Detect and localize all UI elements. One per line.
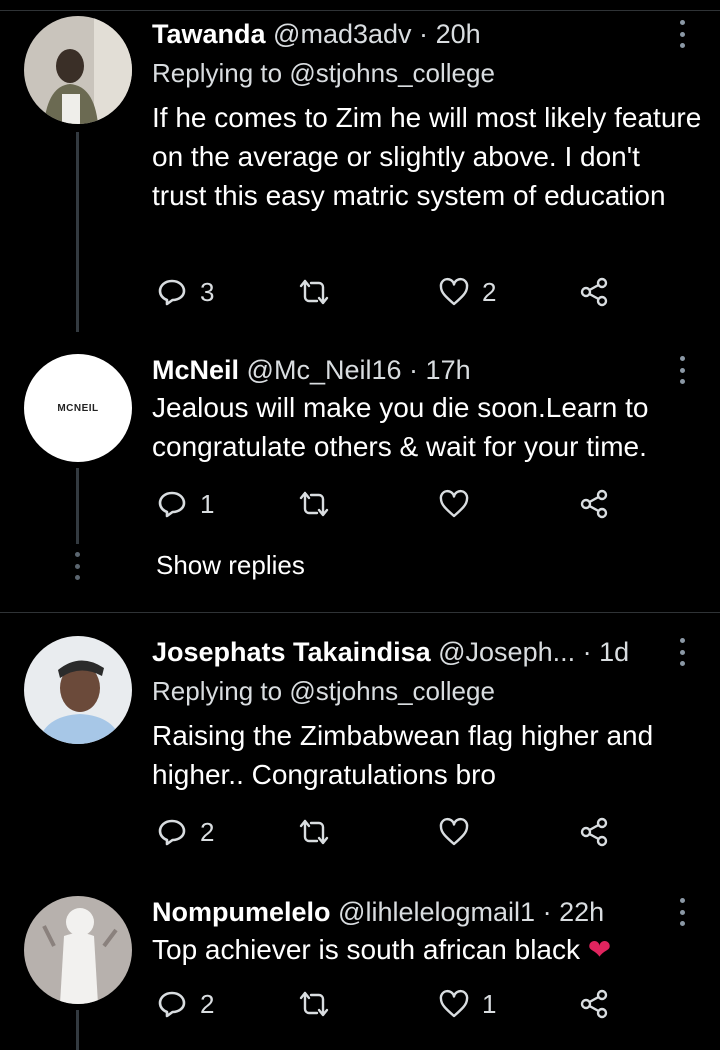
replying-mention[interactable]: @stjohns_college bbox=[289, 676, 495, 706]
more-icon[interactable] bbox=[678, 356, 686, 384]
share-button[interactable] bbox=[578, 984, 610, 1024]
separator-dot: · bbox=[409, 355, 419, 385]
user-handle[interactable]: @mad3adv bbox=[273, 19, 411, 49]
share-icon bbox=[580, 817, 608, 847]
reply-count: 3 bbox=[200, 276, 215, 307]
more-icon[interactable] bbox=[678, 638, 686, 666]
display-name[interactable]: McNeil bbox=[152, 355, 239, 385]
more-icon[interactable] bbox=[678, 898, 686, 926]
tweet-actions: 2 1 bbox=[152, 984, 622, 1024]
avatar[interactable]: MCNEIL bbox=[24, 354, 132, 462]
reply-icon bbox=[158, 819, 186, 846]
tweet-header: Josephats Takaindisa @Joseph... · 1d bbox=[152, 632, 670, 672]
avatar[interactable] bbox=[24, 16, 132, 124]
tweet-tawanda[interactable]: Tawanda @mad3adv · 20h Replying to @stjo… bbox=[0, 14, 720, 334]
display-name[interactable]: Nompumelelo bbox=[152, 897, 331, 927]
share-button[interactable] bbox=[578, 484, 610, 524]
reply-icon bbox=[158, 491, 186, 518]
reply-button[interactable]: 2 bbox=[156, 812, 214, 852]
retweet-icon bbox=[299, 991, 329, 1017]
top-divider bbox=[0, 10, 720, 11]
tweet-header: Tawanda @mad3adv · 20h bbox=[152, 14, 670, 54]
avatar[interactable] bbox=[24, 896, 132, 1004]
share-icon bbox=[580, 989, 608, 1019]
tweet-actions: 1 bbox=[152, 484, 622, 524]
tweet-josephats[interactable]: Josephats Takaindisa @Joseph... · 1d Rep… bbox=[0, 632, 720, 872]
reply-icon bbox=[158, 991, 186, 1018]
share-icon bbox=[580, 277, 608, 307]
tweet-nompumelelo[interactable]: Nompumelelo @lihlelelogmail1 · 22h Top a… bbox=[0, 892, 720, 1050]
tweet-text: Top achiever is south african black ❤ bbox=[152, 930, 702, 969]
thread-line bbox=[76, 468, 79, 544]
reply-button[interactable]: 2 bbox=[156, 984, 214, 1024]
show-replies-link[interactable]: Show replies bbox=[156, 550, 305, 581]
reply-button[interactable]: 3 bbox=[156, 272, 214, 312]
like-icon bbox=[439, 277, 469, 306]
display-name[interactable]: Tawanda bbox=[152, 19, 266, 49]
retweet-button[interactable] bbox=[298, 484, 342, 524]
reply-button[interactable]: 1 bbox=[156, 484, 214, 524]
tweet-text: If he comes to Zim he will most likely f… bbox=[152, 102, 702, 211]
replying-to: Replying to @stjohns_college bbox=[152, 672, 495, 710]
separator-dot: · bbox=[542, 897, 552, 927]
reply-count: 1 bbox=[200, 488, 215, 519]
like-icon bbox=[439, 989, 469, 1018]
retweet-button[interactable] bbox=[298, 812, 342, 852]
mcneil-logo: MCNEIL bbox=[24, 354, 132, 462]
like-button[interactable] bbox=[438, 812, 482, 852]
share-button[interactable] bbox=[578, 812, 610, 852]
thread-line bbox=[76, 1010, 79, 1050]
like-icon bbox=[439, 489, 469, 518]
retweet-icon bbox=[299, 491, 329, 517]
timestamp[interactable]: 17h bbox=[426, 355, 471, 385]
tweet-text: Jealous will make you die soon.Learn to … bbox=[152, 392, 649, 462]
retweet-icon bbox=[299, 279, 329, 305]
tweet-actions: 2 bbox=[152, 812, 622, 852]
thread-continuation-dots bbox=[73, 552, 81, 580]
separator-dot: · bbox=[582, 637, 592, 667]
like-count: 1 bbox=[482, 988, 497, 1019]
user-handle[interactable]: @lihlelelogmail1 bbox=[338, 897, 535, 927]
share-icon bbox=[580, 489, 608, 519]
retweet-icon bbox=[299, 819, 329, 845]
red-heart-emoji: ❤ bbox=[587, 934, 612, 965]
replying-label: Replying to bbox=[152, 58, 283, 88]
like-button[interactable]: 1 bbox=[438, 984, 496, 1024]
timestamp[interactable]: 20h bbox=[436, 19, 481, 49]
replying-label: Replying to bbox=[152, 676, 283, 706]
user-handle[interactable]: @Joseph... bbox=[438, 637, 575, 667]
reply-icon bbox=[158, 279, 186, 306]
replying-mention[interactable]: @stjohns_college bbox=[289, 58, 495, 88]
timestamp[interactable]: 1d bbox=[599, 637, 629, 667]
tweet-text-content: Top achiever is south african black bbox=[152, 934, 580, 965]
avatar[interactable] bbox=[24, 636, 132, 744]
reply-count: 2 bbox=[200, 816, 215, 847]
like-button[interactable] bbox=[438, 484, 482, 524]
retweet-button[interactable] bbox=[298, 984, 342, 1024]
more-icon[interactable] bbox=[678, 20, 686, 48]
like-count: 2 bbox=[482, 276, 497, 307]
section-divider bbox=[0, 612, 720, 613]
thread-line bbox=[76, 132, 79, 332]
separator-dot: · bbox=[419, 19, 429, 49]
tweet-header: Nompumelelo @lihlelelogmail1 · 22h bbox=[152, 892, 670, 932]
retweet-button[interactable] bbox=[298, 272, 342, 312]
tweet-text: Raising the Zimbabwean flag higher and h… bbox=[152, 720, 654, 790]
display-name[interactable]: Josephats Takaindisa bbox=[152, 637, 431, 667]
like-icon bbox=[439, 817, 469, 846]
tweet-mcneil[interactable]: MCNEIL McNeil @Mc_Neil16 · 17h Jealous w… bbox=[0, 350, 720, 600]
tweet-header: McNeil @Mc_Neil16 · 17h bbox=[152, 350, 670, 390]
reply-count: 2 bbox=[200, 988, 215, 1019]
like-button[interactable]: 2 bbox=[438, 272, 496, 312]
replying-to: Replying to @stjohns_college bbox=[152, 54, 495, 92]
timestamp[interactable]: 22h bbox=[559, 897, 604, 927]
share-button[interactable] bbox=[578, 272, 610, 312]
user-handle[interactable]: @Mc_Neil16 bbox=[247, 355, 402, 385]
tweet-actions: 3 2 bbox=[152, 272, 622, 312]
